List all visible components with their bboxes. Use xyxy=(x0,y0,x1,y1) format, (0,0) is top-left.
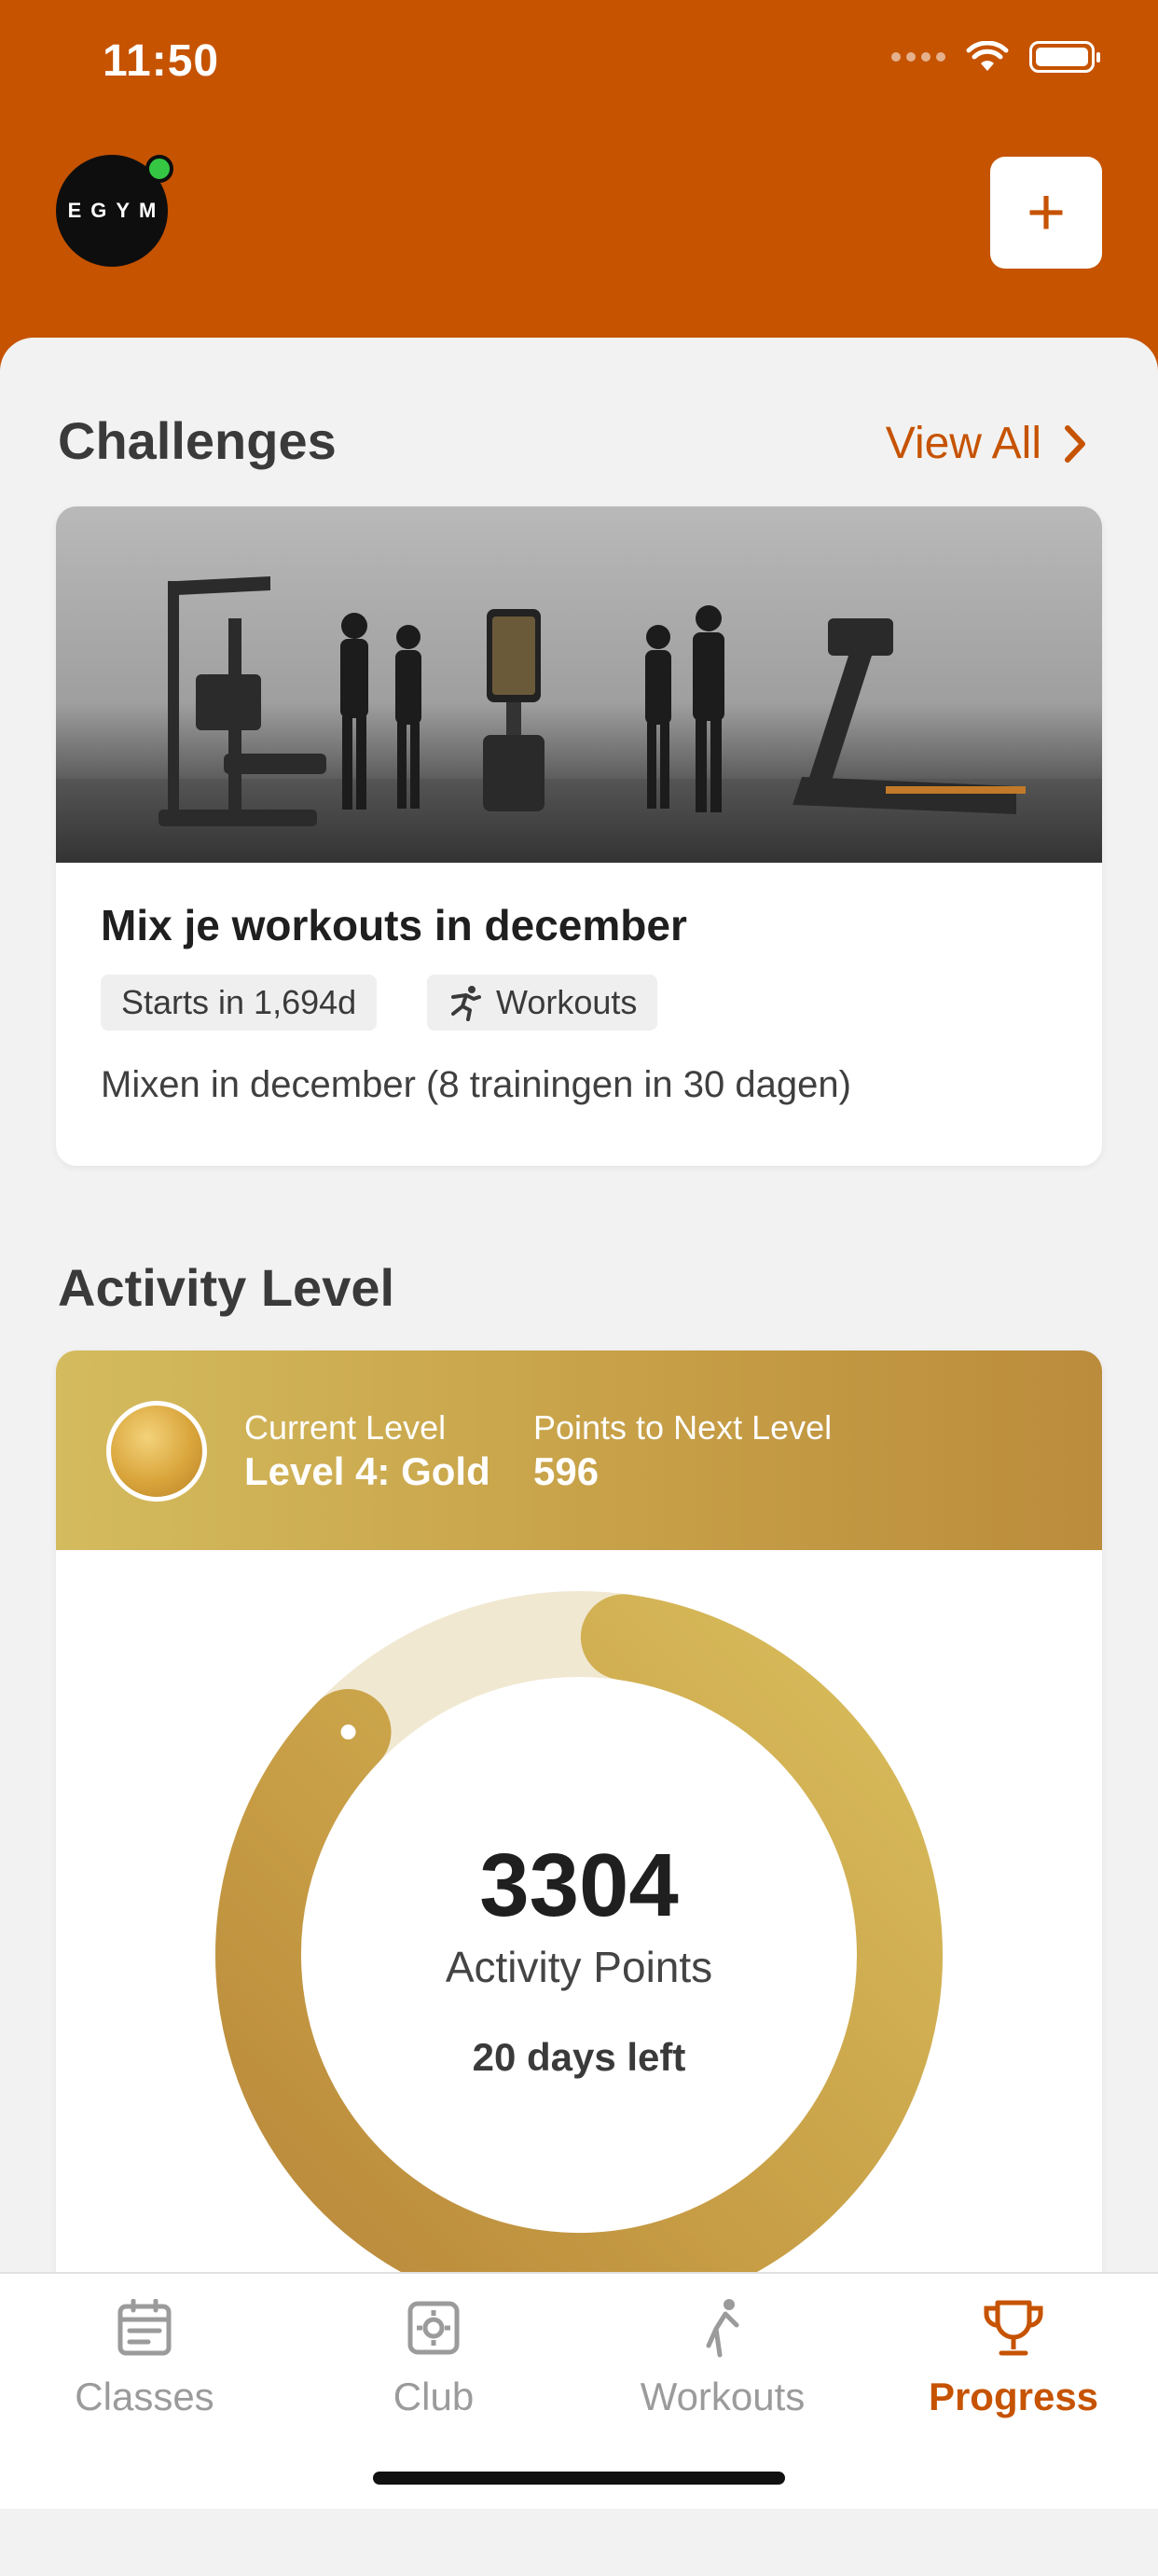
tab-workouts-label: Workouts xyxy=(640,2375,806,2418)
logo-text: EGYM xyxy=(67,199,166,222)
tab-club[interactable]: Club xyxy=(289,2291,578,2419)
next-level-label: Points to Next Level xyxy=(533,1408,833,1447)
tab-progress[interactable]: Progress xyxy=(869,2291,1158,2419)
challenge-type-label: Workouts xyxy=(496,983,638,1021)
calendar-icon xyxy=(117,2299,172,2356)
chevron-right-icon xyxy=(1065,424,1085,463)
challenge-type-tag: Workouts xyxy=(427,975,658,1031)
challenge-start-label: Starts in 1,694d xyxy=(121,983,357,1021)
app-header: 11:50 EGYM + xyxy=(0,0,1158,373)
add-button[interactable]: + xyxy=(990,157,1102,269)
challenges-title: Challenges xyxy=(58,411,337,470)
home-indicator xyxy=(373,2472,785,2485)
challenge-start-tag: Starts in 1,694d xyxy=(101,975,378,1031)
running-figure-icon xyxy=(451,986,481,1021)
activity-points-value: 3304 xyxy=(479,1835,679,1935)
challenge-title: Mix je workouts in december xyxy=(101,901,687,949)
gold-medal-icon xyxy=(106,1401,207,1502)
activity-points-label: Activity Points xyxy=(445,1943,713,1991)
activity-level-title: Activity Level xyxy=(58,1258,395,1317)
tab-classes-label: Classes xyxy=(75,2375,214,2418)
challenge-description: Mixen in december (8 trainingen in 30 da… xyxy=(101,1064,851,1105)
status-icons xyxy=(891,41,1100,73)
online-status-icon xyxy=(145,155,173,183)
tab-progress-label: Progress xyxy=(928,2375,1099,2418)
signal-icon xyxy=(891,52,945,62)
profile-avatar[interactable]: EGYM xyxy=(56,155,173,267)
tab-classes[interactable]: Classes xyxy=(0,2291,289,2419)
challenge-card[interactable]: Mix je workouts in december Starts in 1,… xyxy=(56,506,1102,1166)
trophy-icon xyxy=(984,2300,1043,2356)
workout-figure-icon xyxy=(706,2299,739,2358)
wifi-icon xyxy=(966,41,1009,71)
activity-ring: 3304 Activity Points 20 days left xyxy=(56,1550,1102,2319)
days-left: 20 days left xyxy=(472,2035,686,2079)
tab-club-label: Club xyxy=(393,2375,475,2418)
tab-workouts[interactable]: Workouts xyxy=(578,2291,867,2419)
club-icon xyxy=(407,2301,460,2355)
current-level-value: Level 4: Gold xyxy=(244,1449,490,1493)
battery-icon xyxy=(1029,41,1100,73)
level-header: Current Level Level 4: Gold Points to Ne… xyxy=(56,1350,1102,1550)
view-all-link[interactable]: View All xyxy=(886,418,1088,469)
next-level-value: 596 xyxy=(533,1449,600,1493)
ring-marker-dot xyxy=(340,1724,356,1740)
current-level-label: Current Level xyxy=(244,1408,447,1447)
activity-level-card[interactable]: Current Level Level 4: Gold Points to Ne… xyxy=(56,1350,1102,2376)
status-time: 11:50 xyxy=(103,36,220,86)
view-all-label: View All xyxy=(885,419,1041,468)
challenge-image xyxy=(56,506,1102,863)
